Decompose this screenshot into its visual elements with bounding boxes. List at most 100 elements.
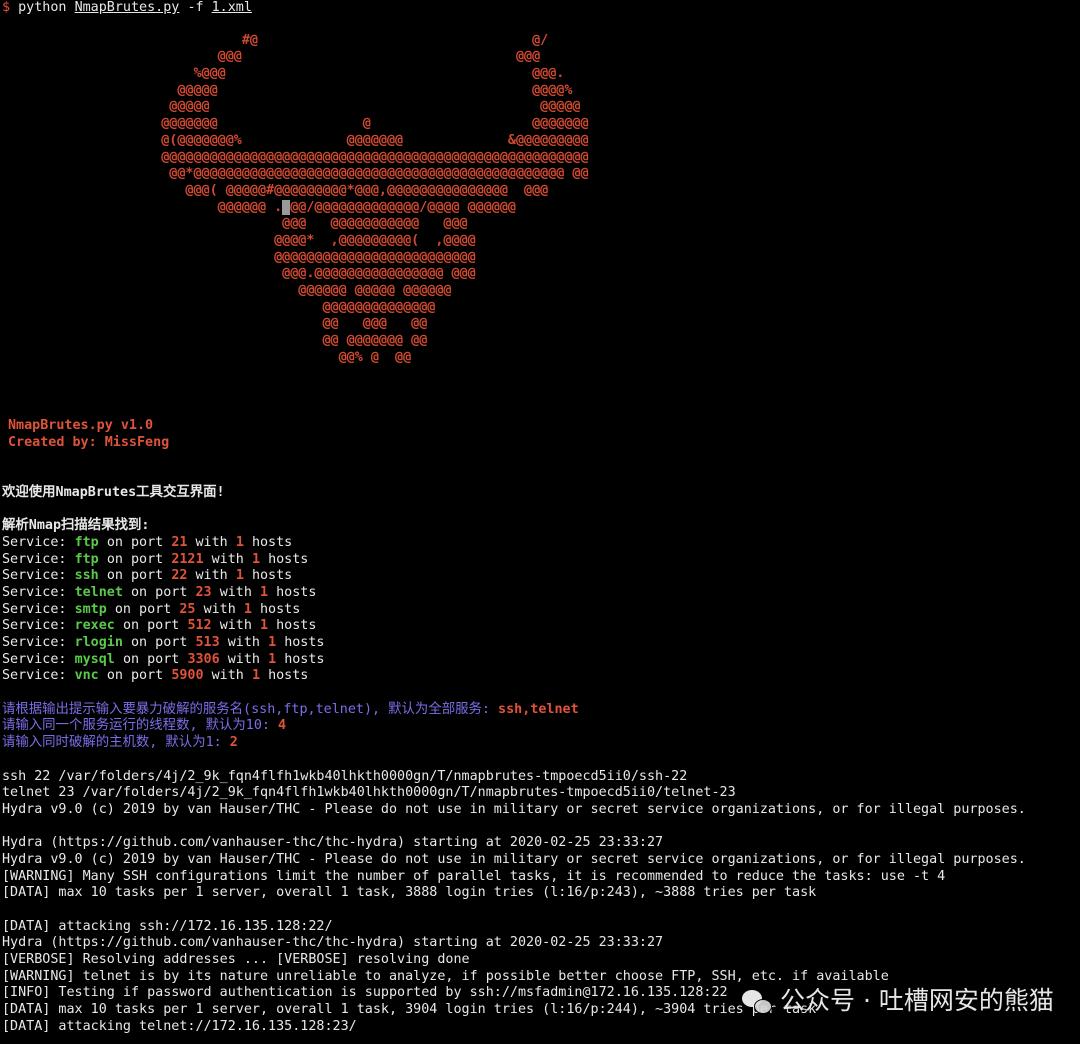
service-row: Service: telnet on port 23 with 1 hosts [0,585,1080,602]
service-port: 5900 [171,668,204,684]
with-label: with [195,568,228,584]
ascii-art-line: @@@@@@@@@@@@@@ [0,299,436,315]
on-port-label: on port [131,584,188,600]
log-line: Hydra v9.0 (c) 2019 by van Hauser/THC - … [2,851,1026,867]
service-name: ftp [74,551,99,567]
ascii-art-line: @@@@@@ @@@@@ @@@@@@ [0,283,452,298]
service-port: 21 [171,534,188,550]
with-label: with [219,618,252,634]
prompt-answer[interactable]: 2 [230,735,238,750]
ascii-art-line: @@@@@@ .@@@/@@@@@@@@@@@@@/@@@@ @@@@@@ [0,199,1080,217]
service-row: Service: rexec on port 512 with 1 hosts [0,618,1080,635]
ascii-art-line: @@@@@ @@@@% [0,82,573,98]
parse-result-header: 解析Nmap扫描结果找到: [2,518,150,534]
log-line: Hydra (https://github.com/vanhauser-thc/… [2,935,664,951]
on-port-label: on port [106,534,164,550]
ascii-art-segment: @@/@@@@@@@@@@@@@/@@@@ @@@@@@ [290,199,516,215]
ascii-art-line: @(@@@@@@@% @@@@@@@ &@@@@@@@@@ [0,132,589,148]
host-count: 1 [268,635,277,650]
service-name: mysql [74,651,115,667]
host-count: 1 [268,651,277,667]
service-port: 513 [195,635,220,650]
ascii-art-line: @@@ @@@@@@@@@@@ @@@ [0,216,468,232]
prompt-symbol: $ [2,0,11,15]
ascii-art-line: %@@@ @@@. [0,66,565,82]
log-line: Hydra v9.0 (c) 2019 by van Hauser/THC - … [2,801,1026,817]
hosts-label: hosts [268,668,309,684]
log-line: [WARNING] telnet is by its nature unreli… [2,968,889,984]
service-row: Service: vnc on port 5900 with 1 hosts [0,668,1080,685]
with-label: with [227,651,260,667]
service-label: Service: [2,551,67,567]
service-row: Service: smtp on port 25 with 1 hosts [0,602,1080,619]
watermark-text: 公众号 · 吐槽网安的熊猫 [780,985,1054,1015]
host-count: 1 [235,534,244,550]
service-label: Service: [2,618,67,634]
input-prompt-row[interactable]: 请输入同时破解的主机数, 默认为1: 2 [0,735,1080,752]
command-prompt-line: $ python NmapBrutes.py -f 1.xml [0,0,1080,17]
service-row: Service: ftp on port 21 with 1 hosts [0,535,1080,552]
input-file-name: 1.xml [211,0,252,15]
prompt-question: 请输入同一个服务运行的线程数, 默认为10: [2,718,279,734]
prompt-answer[interactable]: ssh,telnet [498,702,579,717]
service-label: Service: [2,668,67,684]
log-line: [WARNING] Many SSH configurations limit … [2,868,946,884]
input-prompt-row[interactable]: 请根据输出提示输入要暴力破解的服务名(ssh,ftp,telnet), 默认为全… [0,702,1080,719]
ascii-art-line: @@ @@@ @@ [0,316,428,332]
service-row: Service: mysql on port 3306 with 1 hosts [0,652,1080,669]
host-count: 1 [251,551,260,567]
command-flag: -f [187,0,204,15]
hosts-label: hosts [251,568,293,584]
service-name: ssh [74,568,99,584]
wechat-icon [742,988,772,1014]
with-label: with [219,584,252,600]
interactive-prompts: 请根据输出提示输入要暴力破解的服务名(ssh,ftp,telnet), 默认为全… [0,702,1080,752]
service-name: smtp [74,601,107,617]
service-label: Service: [2,584,67,600]
on-port-label: on port [131,635,188,650]
ascii-art-line: @@@( @@@@@#@@@@@@@@@*@@@,@@@@@@@@@@@@@@@… [0,182,549,198]
input-prompt-row[interactable]: 请输入同一个服务运行的线程数, 默认为10: 4 [0,718,1080,735]
hosts-label: hosts [284,651,325,667]
service-label: Service: [2,601,67,617]
on-port-label: on port [122,651,180,667]
service-port: 23 [195,584,212,600]
service-label: Service: [2,568,67,584]
service-port: 3306 [187,651,220,667]
service-port: 22 [171,568,188,584]
log-line: [VERBOSE] Resolving addresses ... [VERBO… [2,952,470,968]
script-name: NmapBrutes.py [74,0,180,15]
hosts-label: hosts [276,584,317,600]
on-port-label: on port [114,601,172,617]
log-line: [DATA] attacking ssh://172.16.135.128:22… [2,918,333,934]
host-count: 1 [260,584,269,600]
terminal-window[interactable]: $ python NmapBrutes.py -f 1.xml #@ @/ @@… [0,0,1080,1044]
welcome-message: 欢迎使用NmapBrutes工具交互界面! [2,484,225,500]
on-port-label: on port [106,668,164,684]
log-line: [DATA] max 10 tasks per 1 server, overal… [2,885,817,901]
hosts-label: hosts [276,618,317,634]
log-line: telnet 23 /var/folders/4j/2_9k_fqn4flfh1… [2,785,736,801]
service-name: rlogin [74,635,123,650]
host-count: 1 [235,568,244,584]
ascii-art-line: @@@.@@@@@@@@@@@@@@@@ @@@ [0,266,476,282]
service-port: 2121 [171,551,204,567]
ascii-art-line: #@ @/ [0,32,549,48]
service-label: Service: [2,651,67,667]
prompt-answer[interactable]: 4 [278,718,286,733]
host-count: 1 [260,618,269,634]
hosts-label: hosts [251,534,293,550]
service-row: Service: ssh on port 22 with 1 hosts [0,568,1080,585]
watermark: 公众号 · 吐槽网安的熊猫 [742,984,1054,1018]
on-port-label: on port [106,551,164,567]
command-name: python [18,0,67,15]
ascii-art-line: @@@@@@@ @ @@@@@@@ [0,116,589,132]
service-name: vnc [74,668,99,684]
service-list: Service: ftp on port 21 with 1 hosts Ser… [0,535,1080,685]
prompt-question: 请根据输出提示输入要暴力破解的服务名(ssh,ftp,telnet), 默认为全… [2,701,499,717]
service-label: Service: [2,635,67,650]
banner-author: Created by: MissFeng [8,435,170,451]
